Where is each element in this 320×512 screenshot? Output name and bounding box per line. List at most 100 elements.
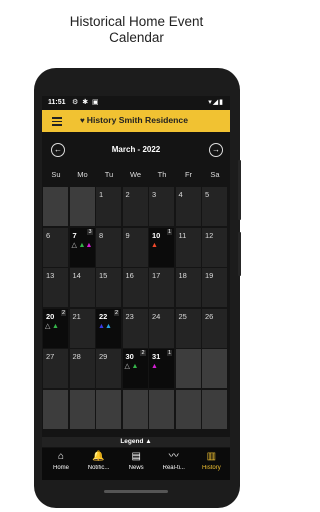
calendar-day-8[interactable]: 8 [96,227,121,267]
caption-line-2: Calendar [109,30,164,45]
calendar-day-16[interactable]: 16 [122,268,148,307]
event-triangle-icon: ▲ [105,322,112,330]
calendar-day-27[interactable]: 27 [43,349,68,388]
nav-history[interactable]: ▥ History [193,448,229,480]
calendar-day-18[interactable]: 18 [175,268,201,307]
weekday-we: We [129,170,142,179]
day-number: 17 [152,271,161,280]
event-count-badge: 2 [140,350,146,356]
calendar-day-21[interactable]: 21 [69,308,95,348]
nav-realtime[interactable]: 〰 Real-ti... [156,448,192,480]
calendar-empty-cell [69,187,95,226]
caption-line-1: Historical Home Event [69,14,204,29]
screenshot-caption: Historical Home Event Calendar [0,14,273,46]
event-triangle-icon: ▲ [131,363,139,370]
status-signal-battery-icons: ▾◢▮ [208,99,224,106]
day-number: 31 [152,352,161,361]
event-count-badge: 2 [60,309,66,316]
calendar-day-12[interactable]: 12 [202,227,227,267]
calendar-day-25[interactable]: 25 [175,308,201,348]
calendar-day-13[interactable]: 13 [43,268,68,307]
bottom-navigation: ⌂ Home 🔔 Notific... ▤ News 〰 Real-ti... ▥ History [42,448,230,480]
home-icon: ⌂ [57,451,65,462]
calendar-empty-cell [96,389,121,429]
nav-label: News [128,465,144,471]
event-count-badge: 2 [113,309,119,316]
history-icon: ▥ [206,451,217,462]
weekday-mo: Mo [77,170,88,179]
calendar-day-30[interactable]: 30 2 △ ▲ [122,349,148,388]
calendar-day-23[interactable]: 23 [122,308,148,348]
day-number: 21 [72,311,81,321]
legend-toggle[interactable]: Legend ▲ [42,437,230,447]
title-text: History Smith Residence [86,115,188,125]
day-number: 10 [152,230,161,240]
calendar-day-2[interactable]: 2 [122,187,148,226]
news-icon: ▤ [131,451,141,462]
weekday-su: Su [51,170,61,179]
nav-notifications[interactable]: 🔔 Notific... [81,448,117,480]
calendar-empty-cell [43,389,68,429]
calendar-day-1[interactable]: 1 [96,187,121,226]
nav-news[interactable]: ▤ News [118,448,154,480]
event-triangle-icon: ▲ [151,241,158,249]
calendar-day-14[interactable]: 14 [69,268,95,307]
weekday-tu: Tu [104,170,114,179]
event-triangle-icon: △ [124,363,130,370]
day-number: 20 [46,311,55,321]
calendar-day-31[interactable]: 31 1 ▲ [149,349,174,388]
event-triangle-icon: △ [71,241,77,249]
calendar-day-28[interactable]: 28 [69,349,95,388]
calendar-day-11[interactable]: 11 [175,227,201,267]
event-triangle-icon: ▲ [98,322,105,330]
calendar-day-24[interactable]: 24 [149,308,174,348]
day-number: 9 [125,230,130,240]
day-number: 15 [99,271,108,280]
event-count-badge: 3 [87,228,93,235]
month-navigation: ← March - 2022 → [42,142,230,158]
calendar-empty-cell [149,389,174,429]
event-triangle-icon: ▲ [151,363,158,370]
day-number: 14 [72,271,81,280]
calendar-day-29[interactable]: 29 [96,349,121,388]
day-number: 8 [99,230,104,240]
calendar-day-3[interactable]: 3 [149,187,174,226]
weekday-th: Th [157,170,167,179]
calendar-day-19[interactable]: 19 [202,268,227,307]
day-number: 25 [178,311,187,321]
calendar-day-10[interactable]: 10 1 ▲ [149,227,174,267]
calendar-empty-cell [69,389,95,429]
day-number: 23 [125,311,134,321]
nav-home[interactable]: ⌂ Home [43,448,79,480]
calendar-empty-cell [175,389,201,429]
calendar-day-4[interactable]: 4 [175,187,201,226]
calendar-day-17[interactable]: 17 [149,268,174,307]
calendar-day-6[interactable]: 6 [43,227,68,267]
nav-label: History [202,465,221,471]
nav-label: Notific... [87,465,110,471]
realtime-icon: 〰 [168,451,179,462]
calendar-day-9[interactable]: 9 [122,227,148,267]
next-month-button[interactable]: → [209,143,223,157]
hamburger-menu-icon[interactable] [52,117,62,126]
weekday-sa: Sa [210,170,220,179]
calendar-empty-cell [175,349,201,388]
month-label: March - 2022 [111,145,161,154]
calendar-empty-cell [122,389,148,429]
event-triangle-icon: ▲ [78,241,86,249]
app-screen: 11:51 ⚙ ✱ ▣ ▾◢▮ ♥ History Smith Residence… [42,96,230,480]
calendar-day-22[interactable]: 22 2 ▲ ▲ [96,308,121,348]
calendar-day-7[interactable]: 7 3 △ ▲ ▲ [69,227,95,267]
app-bar: ♥ History Smith Residence [42,110,230,132]
notifications-icon: 🔔 [92,451,105,462]
day-number: 26 [205,311,214,321]
day-number: 1 [99,190,104,199]
calendar-day-5[interactable]: 5 [202,187,227,226]
calendar-day-20[interactable]: 20 2 △ ▲ [43,308,68,348]
day-number: 22 [99,311,108,321]
calendar-day-15[interactable]: 15 [96,268,121,307]
day-number: 11 [178,230,187,240]
calendar-day-26[interactable]: 26 [202,308,227,348]
status-bar: 11:51 ⚙ ✱ ▣ ▾◢▮ [42,96,230,110]
day-number: 27 [46,352,55,361]
